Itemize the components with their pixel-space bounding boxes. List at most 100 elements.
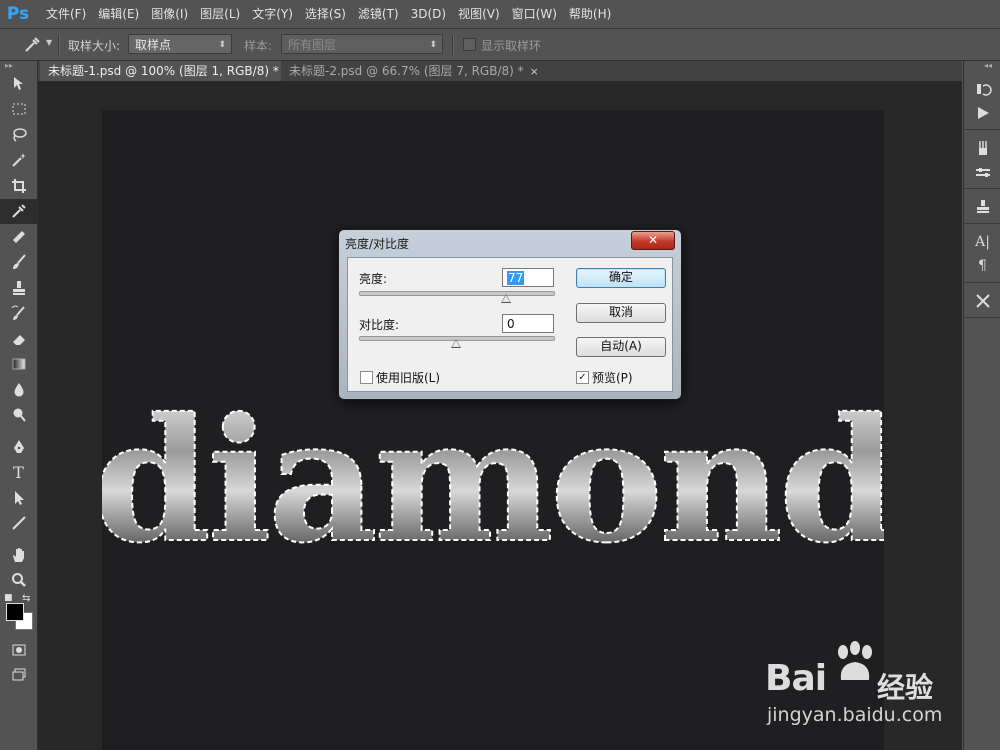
eyedropper-tool-icon[interactable] [0,198,37,224]
preview-checkbox[interactable]: ✓ [576,371,589,384]
brightness-slider-thumb[interactable] [501,294,512,303]
clone-stamp-tool-icon[interactable] [0,275,37,301]
sample-select[interactable]: 所有图层 ⬍ [281,34,443,54]
brush-panel-icon[interactable] [964,136,1000,160]
close-button[interactable]: ✕ [631,231,675,250]
divider [58,35,60,55]
options-bar: ▼ 取样大小: 取样点 ⬍ 样本: 所有图层 ⬍ 显示取样环 [0,29,1000,61]
history-brush-tool-icon[interactable] [0,301,37,327]
history-panel-icon[interactable] [964,77,1000,101]
document-tab-bar: 未标题-1.psd @ 100% (图层 1, RGB/8) *× 未标题-2.… [38,61,962,82]
brightness-label: 亮度: [359,272,388,286]
tools-panel-icon[interactable] [964,289,1000,313]
menu-layer[interactable]: 图层(L) [194,0,246,28]
brightness-slider[interactable] [359,291,555,296]
dialog-titlebar[interactable]: 亮度/对比度 ✕ [339,230,681,254]
type-tool-icon[interactable]: T [0,460,37,486]
pen-tool-icon[interactable] [0,434,37,460]
ok-button[interactable]: 确定 [576,268,666,288]
clone-source-icon[interactable] [964,195,1000,219]
contrast-input[interactable]: 0 [502,314,554,333]
hand-tool-icon[interactable] [0,542,37,568]
menu-view[interactable]: 视图(V) [452,0,506,28]
panel-group [964,283,1000,318]
preset-dropdown-icon[interactable]: ▼ [46,38,52,47]
baidu-jingyan-watermark: Bai 经验 jingyan.baidu.com [765,640,995,740]
character-panel-icon[interactable]: A| [964,230,1000,254]
tab-document-2[interactable]: 未标题-2.psd @ 66.7% (图层 7, RGB/8) * × [281,61,547,81]
sample-size-select[interactable]: 取样点 ⬍ [128,34,232,54]
menu-image[interactable]: 图像(I) [145,0,194,28]
panel-collapse-icon[interactable]: ▸▸ [0,61,37,71]
show-ring-checkbox[interactable] [463,38,476,51]
healing-brush-tool-icon[interactable] [0,224,37,250]
menu-3d[interactable]: 3D(D) [405,0,452,28]
tab-label: 未标题-1.psd @ 100% (图层 1, RGB/8) * [48,64,279,78]
menu-help[interactable]: 帮助(H) [563,0,617,28]
brush-tool-icon[interactable] [0,250,37,276]
contrast-slider-thumb[interactable] [451,339,461,348]
quick-mask-icon[interactable] [0,637,37,663]
paw-logo-icon [838,641,872,680]
contrast-value: 0 [507,317,515,331]
panel-group [964,130,1000,189]
paragraph-panel-icon[interactable]: ¶ [964,254,1000,278]
dialog-title: 亮度/对比度 [345,237,410,251]
brightness-value: 77 [507,271,525,285]
watermark-url: jingyan.baidu.com [767,704,943,726]
dock-collapse-icon[interactable]: ◂◂ [964,61,1000,71]
close-icon[interactable]: × [530,65,539,78]
dodge-tool-icon[interactable] [0,403,37,429]
tab-label: 未标题-2.psd @ 66.7% (图层 7, RGB/8) * [289,64,524,78]
sample-size-value: 取样点 [135,38,172,52]
actions-panel-icon[interactable] [964,101,1000,125]
lasso-tool-icon[interactable] [0,122,37,148]
tab-document-1[interactable]: 未标题-1.psd @ 100% (图层 1, RGB/8) *× [40,61,303,81]
eraser-tool-icon[interactable] [0,326,37,352]
menu-list: 文件(F) 编辑(E) 图像(I) 图层(L) 文字(Y) 选择(S) 滤镜(T… [40,0,617,28]
show-ring-label: 显示取样环 [481,39,542,53]
default-colors-icon[interactable]: ■ [4,593,13,603]
brightness-contrast-dialog: 亮度/对比度 ✕ 亮度: 77 对比度: 0 使用旧版(L) 确定 取消 自动(… [338,229,682,400]
panel-group [964,71,1000,130]
color-swatches: ■ ⇆ [0,593,37,637]
gradient-tool-icon[interactable] [0,352,37,378]
select-arrow-icon: ⬍ [429,40,437,50]
panel-group: A| ¶ [964,224,1000,283]
watermark-brand-2: 经验 [877,671,934,704]
brightness-input[interactable]: 77 [502,268,554,287]
photoshop-logo: Ps [6,4,30,24]
panel-group [964,189,1000,224]
menu-file[interactable]: 文件(F) [40,0,92,28]
path-selection-tool-icon[interactable] [0,485,37,511]
tool-presets-icon[interactable] [964,160,1000,184]
menu-edit[interactable]: 编辑(E) [92,0,145,28]
legacy-checkbox[interactable] [360,371,373,384]
eyedropper-preset-icon[interactable] [22,35,42,55]
line-tool-icon[interactable] [0,511,37,537]
menu-filter[interactable]: 滤镜(T) [352,0,405,28]
sample-value: 所有图层 [288,38,337,52]
zoom-tool-icon[interactable] [0,568,37,594]
auto-button[interactable]: 自动(A) [576,337,666,357]
screen-mode-icon[interactable] [0,663,37,689]
select-arrow-icon: ⬍ [218,40,226,50]
menu-bar: Ps 文件(F) 编辑(E) 图像(I) 图层(L) 文字(Y) 选择(S) 滤… [0,0,1000,29]
diamond-text: diamond [102,381,884,581]
menu-type[interactable]: 文字(Y) [246,0,299,28]
foreground-color-swatch[interactable] [6,603,24,621]
marquee-tool-icon[interactable] [0,97,37,123]
menu-window[interactable]: 窗口(W) [506,0,563,28]
crop-tool-icon[interactable] [0,173,37,199]
cancel-button[interactable]: 取消 [576,303,666,323]
move-tool-icon[interactable] [0,71,37,97]
sample-label: 样本: [244,39,273,53]
magic-wand-tool-icon[interactable] [0,148,37,174]
tools-panel: ▸▸ T ■ ⇆ [0,61,38,750]
legacy-label: 使用旧版(L) [376,371,441,385]
menu-select[interactable]: 选择(S) [299,0,352,28]
sample-size-label: 取样大小: [68,39,121,53]
contrast-label: 对比度: [359,318,400,332]
blur-tool-icon[interactable] [0,377,37,403]
watermark-brand: Bai [765,658,827,699]
